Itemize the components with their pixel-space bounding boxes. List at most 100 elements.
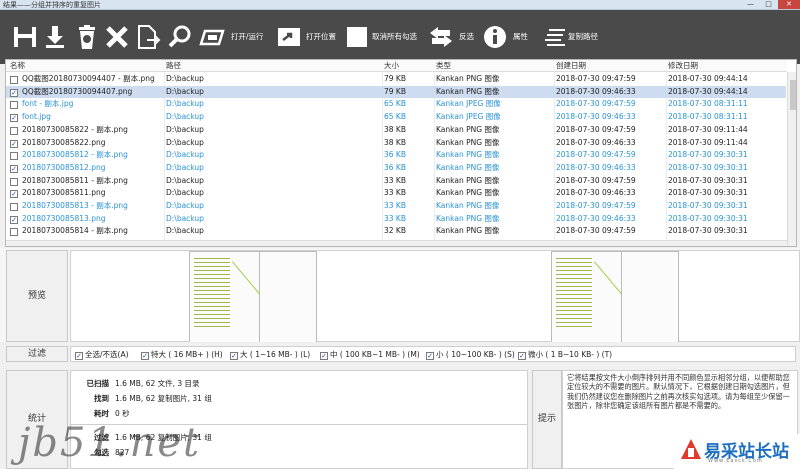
watermark-text: jb51.net: [18, 420, 202, 466]
column-header-size[interactable]: 大小: [384, 60, 399, 72]
row-checkbox[interactable]: [10, 76, 18, 84]
site-logo: 易采站长站 Www.Easck.Com: [674, 434, 800, 469]
table-row[interactable]: ✓ 20180730085813.png D:\backup 33 KB Kankan …: [6, 213, 786, 226]
row-checkbox[interactable]: [10, 228, 18, 237]
vertical-scrollbar[interactable]: [787, 72, 796, 246]
cell-size: 33 KB: [384, 213, 406, 223]
row-checkbox[interactable]: ✓: [10, 164, 18, 173]
filter-medium[interactable]: ✓ 中 ( 100 KB~1 MB- ) (M): [320, 350, 420, 360]
cell-path: D:\backup: [166, 226, 204, 236]
cell-created: 2018-07-30 09:47:59: [556, 124, 636, 134]
close-button[interactable]: ✕: [778, 0, 800, 9]
filter-large[interactable]: ✓ 大 ( 1~16 MB- ) (L): [230, 350, 310, 360]
stat-time: 耗时 0 秒: [94, 409, 130, 418]
table-row[interactable]: ✓ 20180730085811.png D:\backup 33 KB Kankan …: [6, 187, 786, 200]
cell-modified: 2018-07-30 09:30:31: [668, 188, 748, 198]
invert-selection-label[interactable]: 反选: [459, 32, 474, 42]
table-row[interactable]: 20180730085811 - 副本.png D:\backup 33 KB Kan…: [6, 175, 786, 188]
row-checkbox[interactable]: ✓: [10, 114, 18, 123]
open-run-label[interactable]: 打开/运行: [231, 32, 264, 42]
search-icon[interactable]: [167, 24, 193, 50]
cell-modified: 2018-07-30 09:30:31: [668, 175, 748, 185]
table-row[interactable]: 20180730085813 - 副本.png D:\backup 33 KB Kan…: [6, 200, 786, 213]
preview-image-right[interactable]: [551, 251, 679, 342]
move-file-icon[interactable]: [135, 24, 161, 50]
column-header-modified[interactable]: 修改日期: [668, 60, 698, 72]
row-checkbox[interactable]: [10, 126, 18, 135]
filter-select-all[interactable]: ✓ 全选/不选(A): [75, 350, 129, 360]
cell-modified: 2018-07-30 08:31:11: [668, 112, 748, 122]
minimize-button[interactable]: —: [742, 0, 759, 9]
horizontal-scrollbar[interactable]: [6, 240, 787, 246]
uncheck-all-icon[interactable]: [344, 24, 370, 50]
column-header-type[interactable]: 类型: [436, 60, 451, 72]
cell-created: 2018-07-30 09:46:33: [556, 162, 636, 172]
row-checkbox[interactable]: [10, 152, 18, 161]
invert-selection-icon[interactable]: [428, 24, 454, 50]
checkbox[interactable]: ✓: [141, 352, 149, 360]
properties-label[interactable]: 属性: [513, 32, 528, 42]
uncheck-all-label[interactable]: 取消所有勾选: [372, 32, 417, 42]
filter-bar: ✓ 全选/不选(A) ✓ 特大 ( 16 MB+ ) (H) ✓ 大 ( 1~16 M…: [70, 346, 796, 362]
table-row[interactable]: 20180730085814 - 副本.png D:\backup 32 KB Kan…: [6, 225, 786, 238]
cell-size: 79 KB: [384, 74, 406, 83]
cell-path: D:\backup: [166, 162, 204, 172]
checkbox[interactable]: ✓: [75, 352, 83, 360]
row-checkbox[interactable]: [10, 101, 18, 110]
cell-created: 2018-07-30 09:47:59: [556, 201, 636, 210]
open-location-label[interactable]: 打开位置: [306, 32, 336, 42]
row-checkbox[interactable]: ✓: [10, 88, 18, 97]
recycle-bin-icon[interactable]: [74, 24, 100, 50]
open-location-icon[interactable]: [276, 24, 302, 50]
open-run-icon[interactable]: [199, 24, 225, 50]
checkbox[interactable]: ✓: [518, 352, 526, 360]
scrollbar-thumb[interactable]: [790, 80, 796, 110]
copy-path-label[interactable]: 复制路径: [568, 32, 598, 42]
save-icon[interactable]: [12, 24, 38, 50]
cell-type: Kankan PNG 图像: [436, 162, 500, 172]
row-checkbox[interactable]: [10, 203, 18, 211]
checkbox[interactable]: ✓: [320, 352, 328, 360]
cell-name: 20180730085812 - 副本.png: [22, 150, 128, 160]
row-checkbox[interactable]: ✓: [10, 139, 18, 148]
maximize-button[interactable]: □: [760, 0, 777, 9]
info-icon[interactable]: [482, 24, 508, 50]
checkbox[interactable]: ✓: [426, 352, 434, 360]
window-title: 结果——分组并排序的重复图片: [3, 1, 101, 9]
table-row[interactable]: 20180730085822 - 副本.png D:\backup 38 KB Kan…: [6, 124, 786, 137]
cell-size: 79 KB: [384, 86, 406, 96]
cell-size: 65 KB: [384, 112, 406, 122]
row-checkbox[interactable]: [10, 177, 18, 186]
copy-path-icon[interactable]: [543, 24, 569, 50]
table-row[interactable]: QQ截图20180730094407 - 副本.png D:\backup 79 K…: [6, 73, 786, 86]
filter-tiny[interactable]: ✓ 微小 ( 1 B~10 KB- ) (T): [518, 350, 612, 360]
column-header-name[interactable]: 名称: [10, 60, 25, 72]
column-header-created[interactable]: 创建日期: [556, 60, 586, 72]
row-checkbox[interactable]: ✓: [10, 215, 18, 224]
delete-icon[interactable]: [104, 24, 130, 50]
cell-name: 20180730085813.png: [22, 213, 106, 223]
checkbox[interactable]: ✓: [230, 352, 238, 360]
column-header-path[interactable]: 路径: [166, 60, 181, 72]
table-row[interactable]: ✓ font.jpg D:\backup 65 KB Kankan JPEG 图像 201…: [6, 111, 786, 124]
cell-type: Kankan PNG 图像: [436, 150, 500, 160]
table-row[interactable]: ✓ 20180730085812.png D:\backup 36 KB Kankan …: [6, 162, 786, 175]
filter-extra-large[interactable]: ✓ 特大 ( 16 MB+ ) (H): [141, 350, 223, 360]
cell-modified: 2018-07-30 09:30:31: [668, 162, 748, 172]
cell-path: D:\backup: [166, 99, 204, 109]
table-row[interactable]: 20180730085812 - 副本.png D:\backup 36 KB Kan…: [6, 149, 786, 162]
preview-area: [70, 250, 800, 342]
cell-path: D:\backup: [166, 124, 204, 134]
preview-image-left[interactable]: [189, 251, 317, 342]
row-checkbox[interactable]: ✓: [10, 190, 18, 199]
cell-modified: 2018-07-30 09:44:14: [668, 86, 748, 96]
cell-created: 2018-07-30 09:46:33: [556, 86, 636, 96]
table-row[interactable]: font - 副本.jpg D:\backup 65 KB Kankan JPEG 图…: [6, 98, 786, 111]
cell-name: 20180730085811 - 副本.png: [22, 175, 128, 185]
download-icon[interactable]: [42, 24, 68, 50]
cell-path: D:\backup: [166, 150, 204, 160]
cell-modified: 2018-07-30 08:31:11: [668, 99, 748, 109]
table-row[interactable]: ✓ QQ截图20180730094407.png D:\backup 79 KB Kan…: [6, 85, 786, 99]
filter-small[interactable]: ✓ 小 ( 10~100 KB- ) (S): [426, 350, 515, 360]
table-row[interactable]: ✓ 20180730085822.png D:\backup 38 KB Kankan …: [6, 137, 786, 150]
